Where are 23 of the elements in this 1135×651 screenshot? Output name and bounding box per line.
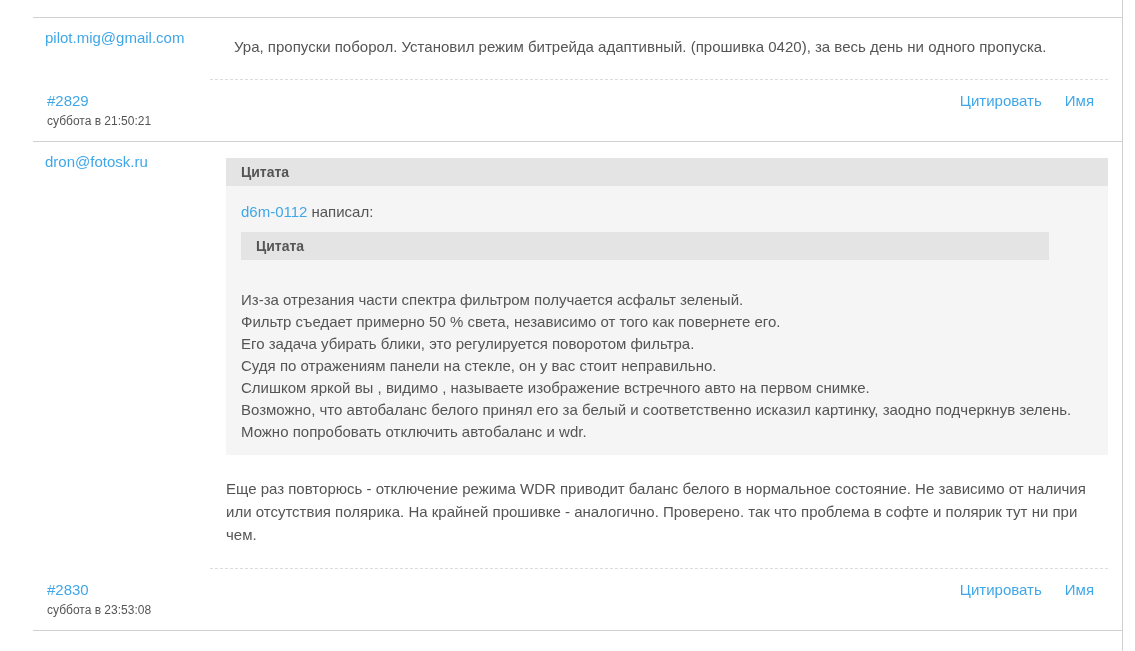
quote-line: Фильтр съедает примерно 50 % света, независимо от того как повернете его. bbox=[241, 312, 782, 332]
nested-quote-header: Цитата bbox=[241, 232, 1049, 260]
quote-line: Из-за отрезания части спектра фильтром получается асфальт зеленый. bbox=[241, 290, 745, 310]
post-text: Ура, пропуски поборол. Установил режим битрейда адаптивный. (прошивка 0420), за весь день ни одного пропуска. bbox=[234, 37, 1048, 57]
quote-line: Судя по отражениям панели на стекле, он у вас стоит неправильно. bbox=[241, 356, 718, 376]
post-action-link[interactable]: Имя bbox=[1064, 90, 1094, 111]
quote-line: Слишком яркой вы , видимо , называете изображение встречного авто на первом снимке. bbox=[241, 378, 871, 398]
quoted-author-link[interactable]: d6m-0112 bbox=[241, 202, 308, 222]
author-link[interactable]: pilot.mig@gmail.com bbox=[45, 29, 185, 46]
post-date: суббота в 23:53:08 bbox=[47, 602, 153, 619]
quote-line: Возможно, что автобаланс белого принял его за белый и соответственно исказил картинку, заодно подчеркнув зелень. bbox=[241, 400, 1073, 420]
post-action-link[interactable]: Имя bbox=[1064, 579, 1094, 600]
post-text: Еще раз повторюсь - отключение режима WDR приводит баланс белого в нормальное состояние. Не зависимо от наличия или отсутствия полярика. На крайней прошивке - аналогично. Проверено. так что проблема в софте и полярик тут ни при чем. bbox=[226, 479, 1087, 545]
post-date: суббота в 21:50:21 bbox=[47, 113, 153, 130]
quote-header: Цитата bbox=[226, 158, 1108, 186]
post-action-link[interactable]: Цитировать bbox=[959, 90, 1042, 111]
post-number-link[interactable]: #2829 bbox=[47, 90, 960, 111]
wrote-label: написал: bbox=[311, 202, 374, 222]
author-link[interactable]: dron@fotosk.ru bbox=[45, 153, 148, 170]
quote-line: Можно попробовать отключить автобаланс и wdr. bbox=[241, 422, 588, 442]
post-action-link[interactable]: Цитировать bbox=[959, 579, 1042, 600]
quote-line: Его задача убирать блики, это регулируется поворотом фильтра. bbox=[241, 334, 696, 354]
post-number-link[interactable]: #2830 bbox=[47, 579, 960, 600]
